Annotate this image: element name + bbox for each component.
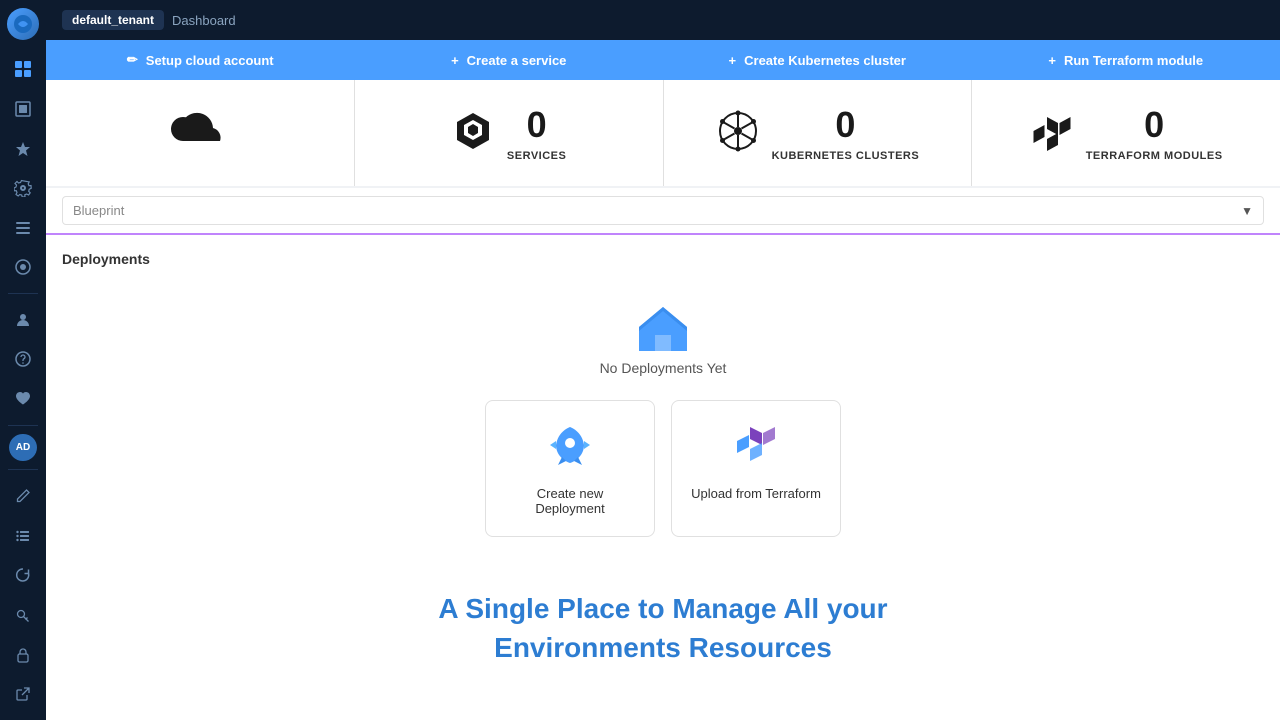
sidebar-item-deployments[interactable] [5,131,41,167]
topbar: default_tenant Dashboard [46,0,1280,40]
sidebar-item-lock[interactable] [5,637,41,673]
user-avatar[interactable]: AD [9,434,37,462]
run-terraform-label: Run Terraform module [1064,53,1203,68]
tenant-label[interactable]: default_tenant [62,10,164,30]
main-content: default_tenant Dashboard ✏ Setup cloud a… [46,0,1280,720]
create-deployment-label: Create new Deployment [502,486,638,516]
sidebar-item-list[interactable] [5,210,41,246]
sidebar-item-pages[interactable] [5,91,41,127]
create-k8s-label: Create Kubernetes cluster [744,53,906,68]
sidebar-item-user[interactable] [5,302,41,338]
app-logo[interactable] [7,8,39,40]
hero-text: A Single Place to Manage All your Enviro… [418,569,907,687]
deployment-action-cards: Create new Deployment Upload from Terra [485,400,841,537]
empty-state: No Deployments Yet [62,283,1264,697]
deployments-title: Deployments [62,251,1264,267]
services-info: 0 SERVICES [507,104,566,162]
no-deployments-text: No Deployments Yet [600,360,727,376]
create-service-label: Create a service [467,53,567,68]
terraform-label: TERRAFORM MODULES [1086,150,1223,162]
create-service-icon: + [451,53,459,68]
rocket-icon [546,421,594,474]
terraform-upload-icon [730,421,782,474]
create-service-button[interactable]: + Create a service [355,40,664,80]
sidebar-item-refresh[interactable] [5,558,41,594]
upload-terraform-card[interactable]: Upload from Terraform [671,400,841,537]
stat-cloud-accounts [46,80,354,186]
sidebar-item-gear2[interactable] [5,250,41,286]
cloud-icon [165,106,235,161]
sidebar-divider-2 [8,425,38,426]
create-deployment-card[interactable]: Create new Deployment [485,400,655,537]
sidebar-item-health[interactable] [5,381,41,417]
run-terraform-icon: + [1048,53,1056,68]
blueprint-arrow-icon[interactable]: ▼ [1241,204,1253,218]
setup-cloud-label: Setup cloud account [146,53,274,68]
sidebar-divider-1 [8,293,38,294]
setup-cloud-button[interactable]: ✏ Setup cloud account [46,40,355,80]
stat-services: 0 SERVICES [355,80,663,186]
create-k8s-button[interactable]: + Create Kubernetes cluster [663,40,972,80]
breadcrumb: Dashboard [172,13,236,28]
terraform-icon [1030,109,1074,158]
sidebar-item-edit[interactable] [5,478,41,514]
services-label: SERVICES [507,150,566,162]
sidebar: AD [0,0,46,720]
k8s-label: KUBERNETES CLUSTERS [772,150,920,162]
sidebar-item-external[interactable] [5,676,41,712]
stat-k8s: 0 KUBERNETES CLUSTERS [664,80,972,186]
sidebar-item-bullet-list[interactable] [5,518,41,554]
create-k8s-icon: + [729,53,737,68]
services-count: 0 [527,104,547,146]
blueprint-wrapper: Blueprint ▼ [62,196,1264,225]
sidebar-item-help[interactable] [5,342,41,378]
services-icon [451,109,495,158]
blueprint-label: Blueprint [73,203,124,218]
empty-house-icon [635,303,691,360]
terraform-count: 0 [1144,104,1164,146]
k8s-count: 0 [835,104,855,146]
k8s-info: 0 KUBERNETES CLUSTERS [772,104,920,162]
k8s-icon [716,109,760,158]
terraform-info: 0 TERRAFORM MODULES [1086,104,1223,162]
run-terraform-button[interactable]: + Run Terraform module [972,40,1280,80]
stat-terraform: 0 TERRAFORM MODULES [972,80,1280,186]
sidebar-item-settings[interactable] [5,170,41,206]
setup-cloud-icon: ✏ [127,52,138,68]
blueprint-row: Blueprint ▼ [46,188,1280,235]
content-area: Deployments No Deployments Yet [46,235,1280,720]
sidebar-divider-3 [8,469,38,470]
stats-row: 0 SERVICES [46,80,1280,186]
sidebar-item-key[interactable] [5,597,41,633]
upload-terraform-label: Upload from Terraform [691,486,821,501]
sidebar-item-dashboard[interactable] [5,52,41,88]
action-buttons-row: ✏ Setup cloud account + Create a service… [46,40,1280,80]
